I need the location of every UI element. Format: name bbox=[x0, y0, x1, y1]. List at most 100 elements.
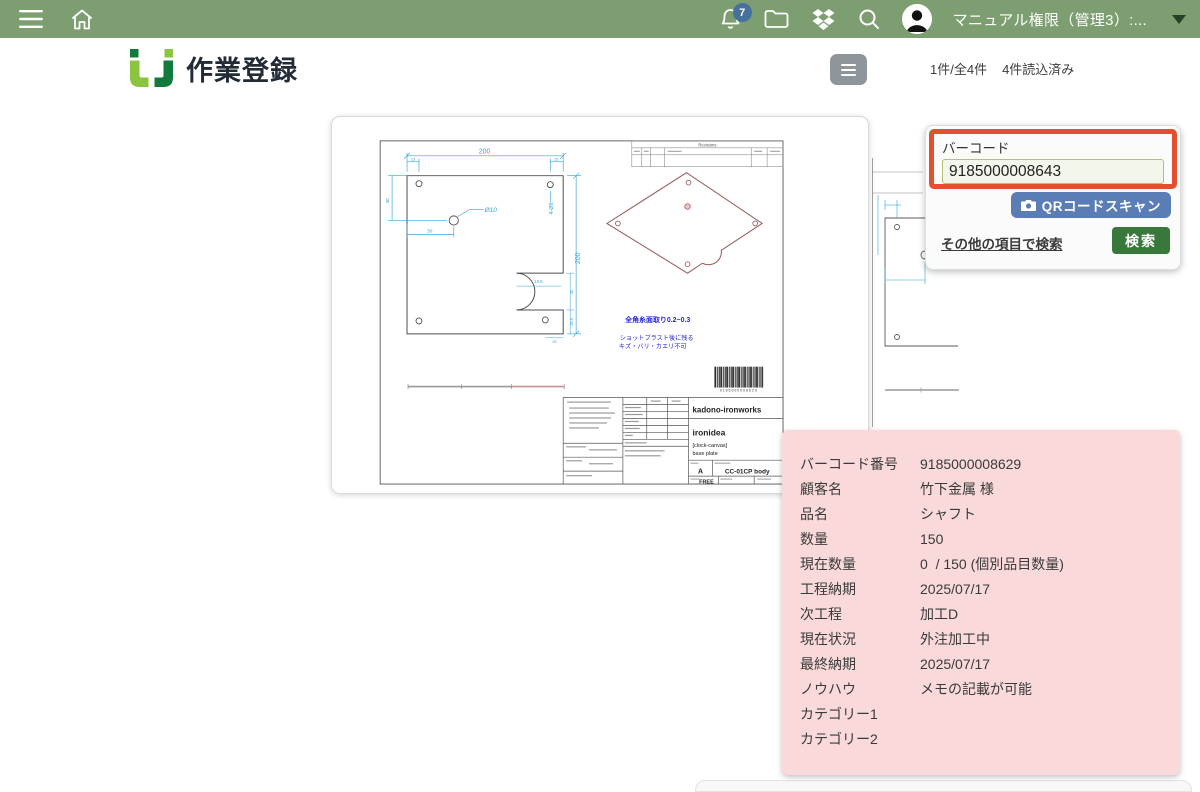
title-scale: FREE bbox=[699, 479, 714, 485]
list-icon-bar bbox=[841, 69, 856, 71]
info-label: 次工程 bbox=[800, 604, 920, 624]
list-icon bbox=[841, 64, 856, 66]
loaded-count: 4件読込済み bbox=[1002, 59, 1074, 78]
dim-left-h: 50 bbox=[427, 228, 432, 233]
note-1: 全角糸面取り0.2~0.3 bbox=[624, 315, 690, 324]
title-item1: [clock-canvas] bbox=[693, 443, 728, 449]
info-value: 2025/07/17 bbox=[920, 581, 990, 597]
folder-icon-glyph bbox=[763, 8, 790, 30]
info-row-current-qty: 現在数量 0 / 150 (個別品目数量) bbox=[800, 551, 1162, 576]
info-label: ノウハウ bbox=[800, 679, 920, 699]
dim-big-hole: Ø10 bbox=[484, 207, 498, 214]
info-label: 顧客名 bbox=[800, 479, 920, 499]
info-value: 9185000008629 bbox=[920, 456, 1021, 472]
list-view-toggle-button[interactable] bbox=[830, 54, 867, 85]
menu-icon-glyph bbox=[18, 9, 44, 29]
home-icon[interactable] bbox=[70, 8, 94, 31]
info-row-barcode: バーコード番号 9185000008629 bbox=[800, 451, 1162, 476]
titlebar: 作業登録 bbox=[127, 48, 298, 89]
qr-scan-button-label: QRコードスキャン bbox=[1042, 195, 1161, 215]
revisions-label: Revisions bbox=[698, 142, 716, 147]
title-size: A bbox=[698, 469, 703, 476]
dim-right: 200 bbox=[575, 252, 582, 264]
dim-45: 45 bbox=[569, 289, 574, 294]
header-right-group: 7 bbox=[719, 4, 1200, 34]
dim-top: 200 bbox=[479, 148, 491, 155]
title-brand: ironidea bbox=[693, 427, 726, 437]
next-item-card-edge[interactable] bbox=[695, 780, 1192, 792]
result-count: 1件/全4件 bbox=[930, 59, 987, 78]
menu-icon[interactable] bbox=[18, 9, 44, 29]
dropbox-icon-glyph bbox=[811, 8, 836, 31]
info-value: 150 bbox=[920, 531, 943, 547]
info-label: カテゴリー1 bbox=[800, 704, 920, 724]
title-drawing-no: CC-01CP body bbox=[725, 469, 770, 476]
list-icon-bar bbox=[841, 74, 856, 76]
info-label: 品名 bbox=[800, 504, 920, 524]
info-row-process-due: 工程納期 2025/07/17 bbox=[800, 576, 1162, 601]
info-row-final-due: 最終納期 2025/07/17 bbox=[800, 651, 1162, 676]
info-value: 2025/07/17 bbox=[920, 656, 990, 672]
info-label: カテゴリー2 bbox=[800, 729, 920, 749]
dim-15c: 15 bbox=[552, 339, 557, 344]
info-value: 加工D bbox=[920, 604, 958, 624]
avatar[interactable] bbox=[902, 4, 932, 34]
info-row-quantity: 数量 150 bbox=[800, 526, 1162, 551]
drawing-barcode bbox=[714, 367, 763, 388]
item-info-panel: バーコード番号 9185000008629 顧客名 竹下金属 様 品名 シャフト… bbox=[782, 430, 1180, 775]
camera-icon bbox=[1021, 199, 1036, 211]
info-row-item-name: 品名 シャフト bbox=[800, 501, 1162, 526]
drawing-barcode-digits: 9185000008629 bbox=[720, 389, 758, 393]
notification-badge: 7 bbox=[733, 3, 752, 22]
dim-holes: 4-Ø6 bbox=[549, 202, 555, 214]
info-row-customer: 顧客名 竹下金属 様 bbox=[800, 476, 1162, 501]
dim-15a: 15 bbox=[411, 156, 416, 161]
home-icon-glyph bbox=[70, 8, 94, 31]
note-3: キズ・バリ・カエリ不可 bbox=[619, 342, 687, 350]
page-title: 作業登録 bbox=[186, 49, 298, 88]
search-button[interactable]: 検索 bbox=[1112, 227, 1170, 254]
result-counts: 1件/全4件 4件読込済み bbox=[930, 59, 1074, 78]
dim-left-v: 50 bbox=[385, 198, 390, 203]
info-label: 工程納期 bbox=[800, 579, 920, 599]
dim-285: 28.5 bbox=[569, 317, 574, 326]
title-company: kadono-ironworks bbox=[693, 405, 762, 414]
note-2: ショットブラスト後に残る bbox=[620, 334, 694, 342]
search-icon[interactable] bbox=[857, 7, 881, 31]
info-value: 外注加工中 bbox=[920, 629, 990, 649]
info-value: 竹下金属 様 bbox=[920, 479, 994, 499]
sheet2-flat-strip bbox=[885, 388, 959, 393]
dropbox-icon[interactable] bbox=[811, 8, 836, 31]
title-item2: base plate bbox=[693, 451, 718, 457]
info-row-category2: カテゴリー2 bbox=[800, 726, 1162, 751]
info-value: シャフト bbox=[920, 504, 976, 524]
header-left-group bbox=[0, 8, 94, 31]
info-value: 0 / 150 (個別品目数量) bbox=[920, 554, 1064, 574]
qr-scan-button[interactable]: QRコードスキャン bbox=[1011, 192, 1171, 218]
info-label: バーコード番号 bbox=[800, 454, 920, 474]
barcode-field-label: バーコード bbox=[942, 137, 1164, 157]
user-role-label[interactable]: マニュアル権限（管理3）:... bbox=[953, 9, 1147, 30]
barcode-highlight-box: バーコード bbox=[929, 129, 1177, 189]
other-search-link[interactable]: その他の項目で検索 bbox=[941, 233, 1063, 253]
info-label: 数量 bbox=[800, 529, 920, 549]
app-logo bbox=[127, 48, 176, 89]
info-row-category1: カテゴリー1 bbox=[800, 701, 1162, 726]
info-row-next-process: 次工程 加工D bbox=[800, 601, 1162, 626]
folder-icon[interactable] bbox=[763, 8, 790, 30]
sheet2-frame bbox=[873, 158, 924, 427]
info-label: 現在数量 bbox=[800, 554, 920, 574]
app-header: 7 bbox=[0, 0, 1200, 38]
caret-down-icon[interactable] bbox=[1172, 15, 1186, 24]
avatar-glyph bbox=[902, 4, 932, 34]
search-icon-glyph bbox=[857, 7, 881, 31]
info-value: メモの記載が可能 bbox=[920, 679, 1032, 699]
info-label: 最終納期 bbox=[800, 654, 920, 674]
barcode-input[interactable] bbox=[942, 159, 1164, 184]
bell-icon[interactable]: 7 bbox=[719, 7, 742, 31]
info-label: 現在状況 bbox=[800, 629, 920, 649]
info-row-status: 現在状況 外注加工中 bbox=[800, 626, 1162, 651]
barcode-search-panel: バーコード QRコードスキャン その他の項目で検索 検索 bbox=[925, 125, 1181, 270]
dim-notch: 13.5 bbox=[534, 279, 543, 284]
dim-15b: 15 bbox=[554, 156, 559, 161]
